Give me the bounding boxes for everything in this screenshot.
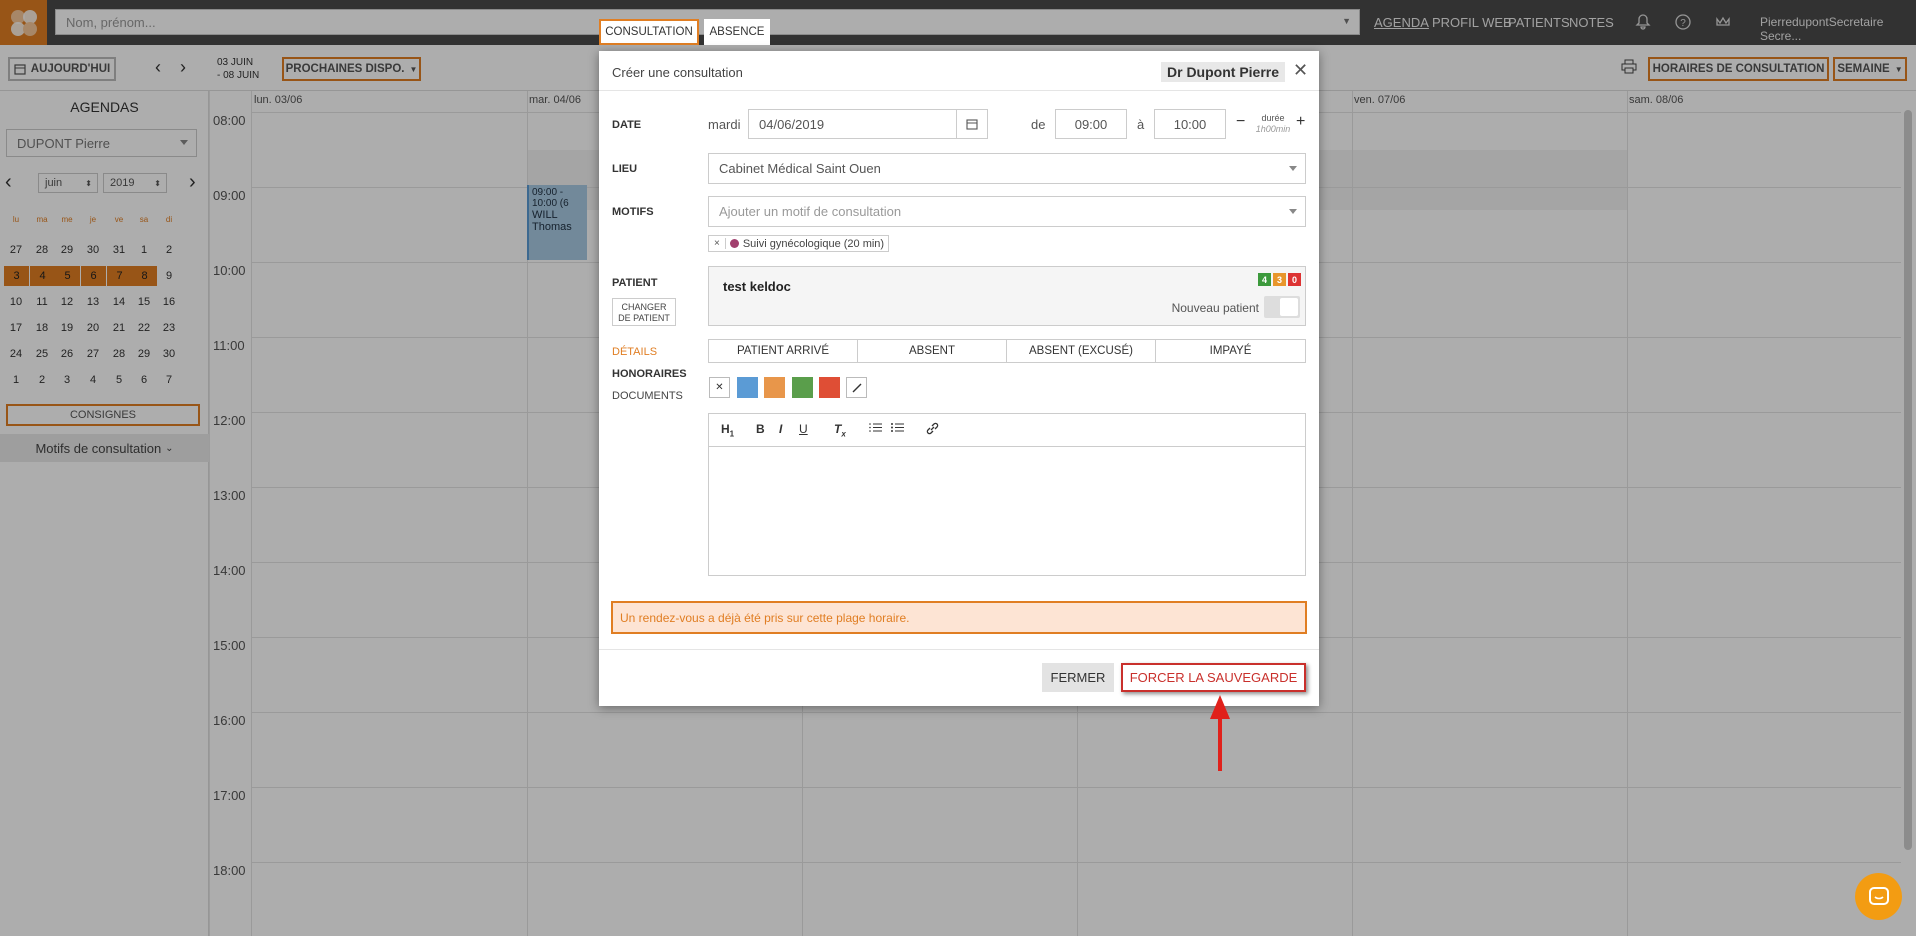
new-patient-label: Nouveau patient: [1171, 301, 1259, 315]
date-value: 04/06/2019: [759, 116, 825, 132]
italic-icon[interactable]: I: [779, 422, 782, 436]
duration-increase-button[interactable]: +: [1296, 113, 1305, 131]
overlap-warning: Un rendez-vous a déjà été pris sur cette…: [611, 601, 1307, 634]
badge-orange: 3: [1273, 273, 1286, 286]
close-icon[interactable]: ✕: [1293, 60, 1308, 81]
patient-card: test keldoc 4 3 0 Nouveau patient: [708, 266, 1306, 326]
lieu-value: Cabinet Médical Saint Ouen: [719, 161, 881, 176]
start-time-value: 09:00: [1074, 116, 1108, 132]
motif-input[interactable]: Ajouter un motif de consultation: [708, 196, 1306, 227]
badge-green: 4: [1258, 273, 1271, 286]
color-swatch-blue[interactable]: [737, 377, 758, 398]
status-label: IMPAYÉ: [1209, 345, 1252, 357]
no-color-swatch[interactable]: ✕: [709, 377, 730, 398]
end-time-value: 10:00: [1173, 116, 1207, 132]
status-label: ABSENT (EXCUSÉ): [1029, 345, 1133, 357]
change-patient-label-1: CHANGER: [621, 302, 667, 312]
start-time-input[interactable]: 09:00: [1055, 109, 1127, 139]
badge-red: 0: [1288, 273, 1301, 286]
divider: [599, 649, 1319, 650]
change-patient-label-2: DE PATIENT: [618, 313, 670, 323]
weekday: mardi: [708, 117, 741, 132]
duration-label: durée: [1261, 113, 1285, 123]
color-swatch-green[interactable]: [792, 377, 813, 398]
date-input[interactable]: 04/06/2019: [748, 109, 988, 139]
status-patient-arrived[interactable]: PATIENT ARRIVÉ: [708, 339, 858, 363]
duration-display: durée 1h00min: [1250, 113, 1296, 135]
patient-name[interactable]: test keldoc: [723, 279, 791, 294]
tab-documents[interactable]: DOCUMENTS: [612, 390, 683, 402]
status-label: ABSENT: [908, 345, 955, 357]
link-icon[interactable]: [926, 422, 939, 438]
create-consultation-modal: Créer une consultation Dr Dupont Pierre …: [599, 51, 1319, 706]
from-label: de: [1031, 117, 1046, 132]
tab-absence[interactable]: ABSENCE: [704, 19, 770, 45]
tab-details[interactable]: DÉTAILS: [612, 346, 657, 358]
color-picker-icon[interactable]: [846, 377, 867, 398]
date-label: DATE: [612, 119, 642, 131]
to-label: à: [1137, 117, 1145, 132]
status-label: PATIENT ARRIVÉ: [736, 345, 830, 357]
motifs-label: MOTIFS: [612, 206, 654, 218]
chat-icon: [1868, 886, 1889, 905]
modal-title: Créer une consultation: [612, 65, 743, 80]
duration-value: 1h00min: [1255, 124, 1291, 134]
editor-textarea[interactable]: [709, 448, 1305, 575]
bullet-list-icon[interactable]: [891, 422, 904, 436]
motif-placeholder: Ajouter un motif de consultation: [719, 204, 902, 219]
chat-support-button[interactable]: [1855, 873, 1902, 920]
lieu-label: LIEU: [612, 163, 638, 175]
motif-color-dot: [729, 239, 739, 248]
ordered-list-icon[interactable]: [869, 422, 882, 436]
arrow-up-icon: [1210, 695, 1230, 771]
color-swatch-red[interactable]: [819, 377, 840, 398]
bold-icon[interactable]: B: [756, 422, 765, 436]
new-patient-toggle[interactable]: [1264, 296, 1300, 318]
patient-badges: 4 3 0: [1258, 273, 1301, 286]
divider: [599, 90, 1319, 91]
status-absent-excused[interactable]: ABSENT (EXCUSÉ): [1006, 339, 1156, 363]
remove-tag-icon[interactable]: ×: [709, 238, 726, 249]
underline-icon[interactable]: U: [799, 422, 808, 436]
close-button[interactable]: FERMER: [1042, 663, 1114, 692]
motif-tag-label: Suivi gynécologique (20 min): [742, 237, 885, 250]
doctor-badge: Dr Dupont Pierre: [1161, 62, 1286, 82]
end-time-input[interactable]: 10:00: [1154, 109, 1226, 139]
patient-label: PATIENT: [612, 277, 658, 289]
motif-tag: × Suivi gynécologique (20 min): [708, 235, 890, 252]
tab-consultation[interactable]: CONSULTATION: [599, 19, 699, 45]
duration-decrease-button[interactable]: −: [1236, 113, 1245, 131]
notes-editor: [708, 413, 1306, 576]
tab-absence-label: ABSENCE: [709, 26, 765, 38]
color-swatch-orange[interactable]: [764, 377, 785, 398]
tab-honoraires[interactable]: HONORAIRES: [612, 368, 687, 380]
status-absent[interactable]: ABSENT: [857, 339, 1007, 363]
status-unpaid[interactable]: IMPAYÉ: [1155, 339, 1306, 363]
calendar-icon[interactable]: [956, 110, 987, 138]
tab-consultation-label: CONSULTATION: [605, 26, 693, 38]
heading-icon[interactable]: H1: [721, 422, 734, 438]
change-patient-button[interactable]: CHANGER DE PATIENT: [612, 298, 676, 326]
force-save-button[interactable]: FORCER LA SAUVEGARDE: [1121, 663, 1306, 692]
lieu-select[interactable]: Cabinet Médical Saint Ouen: [708, 153, 1306, 184]
clear-format-icon[interactable]: Tx: [834, 422, 846, 438]
